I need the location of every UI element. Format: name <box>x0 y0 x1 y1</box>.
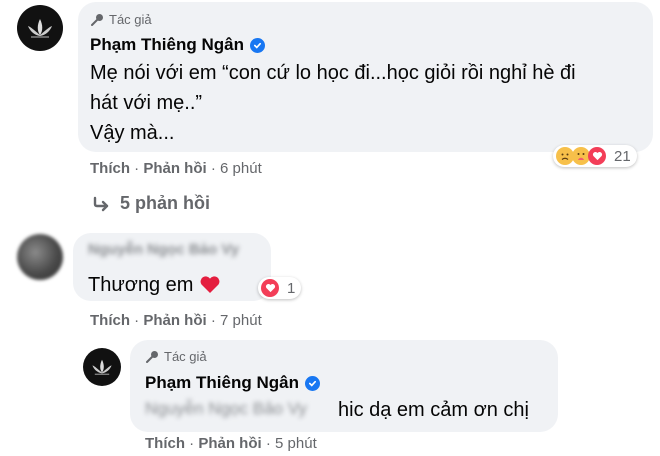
reply-button[interactable]: Phản hồi <box>198 435 261 452</box>
love-reaction-icon <box>588 147 606 165</box>
reactions-summary[interactable]: 1 <box>258 277 302 299</box>
comment-text: hic dạ em cảm ơn chị <box>338 399 529 421</box>
separator: · <box>134 312 144 329</box>
microphone-icon <box>146 350 158 363</box>
verified-badge-icon <box>249 37 265 53</box>
comment-text-line: Mẹ nói với em “con cứ lo học đi...học gi… <box>90 62 576 84</box>
love-reaction-icon <box>261 279 279 297</box>
like-button[interactable]: Thích <box>90 160 130 177</box>
timestamp[interactable]: 5 phút <box>275 435 317 452</box>
reply-arrow-icon <box>93 196 109 211</box>
separator: · <box>210 160 221 177</box>
comment-text-line: Vậy mà... <box>90 122 175 144</box>
separator: · <box>189 435 199 452</box>
comment-text-line: Thương em <box>88 274 194 296</box>
separator: · <box>265 435 276 452</box>
comment-text: Mẹ nói với em “con cứ lo học đi...học gi… <box>90 58 576 148</box>
reaction-count: 1 <box>287 279 296 297</box>
comment-actions: Thích · Phản hồi · 5 phút <box>145 435 317 452</box>
author-tag-label: Tác giả <box>109 12 152 27</box>
reaction-count: 21 <box>614 147 631 165</box>
like-button[interactable]: Thích <box>90 312 130 329</box>
commenter-name-text[interactable]: Phạm Thiêng Ngân <box>145 373 299 393</box>
lotus-logo-icon <box>92 359 112 375</box>
timestamp[interactable]: 6 phút <box>220 160 262 177</box>
author-tag: Tác giả <box>90 12 152 27</box>
author-avatar[interactable] <box>83 348 121 386</box>
separator: · <box>134 160 144 177</box>
commenter-name-blurred[interactable]: Nguyễn Ngọc Bảo Vy <box>88 241 239 258</box>
commenter-name[interactable]: Phạm Thiêng Ngân <box>90 35 265 55</box>
separator: · <box>210 312 221 329</box>
comment-text-line: hát với mẹ..” <box>90 92 203 114</box>
like-button[interactable]: Thích <box>145 435 185 452</box>
comment-actions: Thích · Phản hồi · 6 phút <box>90 160 262 177</box>
view-replies-label[interactable]: 5 phản hồi <box>120 193 210 214</box>
commenter-avatar-blurred[interactable] <box>17 234 63 280</box>
verified-badge-icon <box>304 375 320 391</box>
reactions-summary[interactable]: 21 <box>553 145 637 167</box>
reply-button[interactable]: Phản hồi <box>143 160 206 177</box>
author-tag-label: Tác giả <box>164 349 207 364</box>
commenter-name[interactable]: Phạm Thiêng Ngân <box>145 373 320 393</box>
commenter-name-text[interactable]: Phạm Thiêng Ngân <box>90 35 244 55</box>
heart-emoji-icon <box>201 276 220 293</box>
mention-blurred[interactable]: Nguyễn Ngọc Bảo Vy <box>145 399 307 419</box>
author-tag: Tác giả <box>145 349 207 364</box>
reply-button[interactable]: Phản hồi <box>143 312 206 329</box>
timestamp[interactable]: 7 phút <box>220 312 262 329</box>
comment-text: Thương em <box>88 270 221 300</box>
view-replies-link[interactable]: 5 phản hồi <box>92 193 210 214</box>
comment-actions: Thích · Phản hồi · 7 phút <box>90 312 262 329</box>
author-avatar[interactable] <box>17 5 63 51</box>
microphone-icon <box>91 13 103 26</box>
lotus-logo-icon <box>28 19 52 38</box>
